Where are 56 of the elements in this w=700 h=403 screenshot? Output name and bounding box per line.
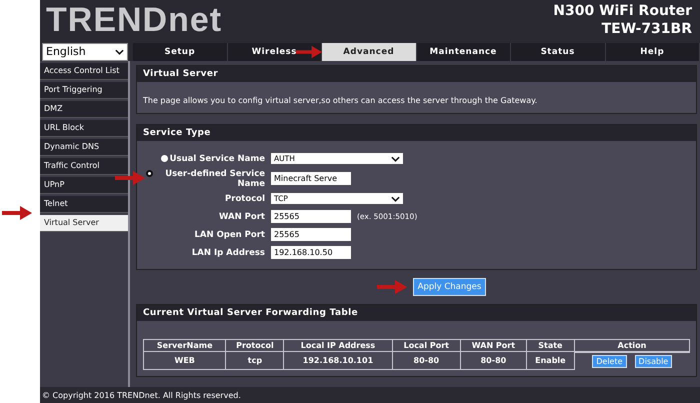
table-cell: 80-80 [392, 351, 461, 370]
table-cell: WEB [144, 351, 226, 370]
sidebar-item[interactable]: URL Block [40, 120, 128, 137]
chevron-down-icon [115, 48, 124, 55]
chevron-down-icon [391, 156, 400, 162]
sidebar-item[interactable]: Virtual Server [40, 214, 128, 232]
product-name: N300 WiFi Router [553, 2, 692, 20]
table-cell: 192.168.10.101 [284, 351, 392, 370]
radio-button[interactable] [160, 154, 168, 162]
sidebar-item[interactable]: Dynamic DNS [40, 138, 128, 156]
arrow-icon [376, 280, 407, 294]
sidebar-item[interactable]: Traffic Control [40, 158, 128, 175]
column-header: Protocol [226, 339, 284, 352]
arrow-icon [115, 170, 145, 185]
sidebar-item[interactable]: Access Control List [40, 62, 128, 80]
input-field[interactable]: 25565 [271, 228, 351, 242]
input-field[interactable]: Minecraft Serve [271, 172, 351, 186]
nav-tab[interactable]: Maintenance [416, 42, 511, 61]
column-header: WAN Port [460, 339, 526, 352]
arrow-icon [296, 44, 322, 59]
column-header: Local IP Address [284, 339, 392, 352]
panel-title: Virtual Server [137, 66, 696, 82]
nav-tab[interactable]: Advanced [322, 42, 416, 61]
language-select[interactable]: English [42, 42, 128, 61]
field-label: WAN Port [219, 212, 265, 222]
table-cell: Enable [526, 351, 574, 370]
table-cell: tcp [226, 351, 284, 370]
model-name: TEW-731BR [602, 20, 692, 38]
field-label: LAN Open Port [194, 230, 265, 240]
logo: TRENDnet [46, 3, 222, 38]
field-label: Protocol [225, 194, 265, 204]
nav-tab[interactable]: Setup [133, 42, 228, 61]
chevron-down-icon [391, 196, 400, 202]
input-field[interactable]: 192.168.10.50 [271, 246, 351, 260]
radio-button[interactable] [146, 170, 153, 177]
column-header: State [526, 339, 574, 352]
field-label: Usual Service Name [170, 154, 265, 164]
sidebar-item[interactable]: Port Triggering [40, 82, 128, 99]
arrow-icon [2, 206, 32, 220]
panel-title: Service Type [137, 124, 696, 141]
copyright-text: © Copyright 2016 TRENDnet. All Rights reserved. [42, 390, 241, 400]
column-header: Action [574, 339, 690, 352]
input-field[interactable]: 25565 [271, 210, 351, 224]
sidebar-item[interactable]: UPnP [40, 176, 128, 194]
sidebar-item[interactable]: DMZ [40, 100, 128, 118]
column-header: ServerName [144, 339, 226, 352]
table-cell: 80-80 [460, 351, 526, 370]
field-label: User-defined Service Name [164, 168, 265, 189]
field-label: LAN Ip Address [192, 248, 265, 258]
nav-tab[interactable]: Help [606, 42, 700, 61]
sidebar-item[interactable]: Telnet [40, 196, 128, 213]
description-text: The page allows you to config virtual server,so others can access the server through the Gateway. [143, 96, 538, 105]
column-header: Local Port [392, 339, 461, 352]
nav-tab[interactable]: Status [511, 42, 606, 61]
panel-title: Current Virtual Server Forwarding Table [137, 304, 696, 321]
nav-tab[interactable]: Wireless [228, 42, 322, 61]
